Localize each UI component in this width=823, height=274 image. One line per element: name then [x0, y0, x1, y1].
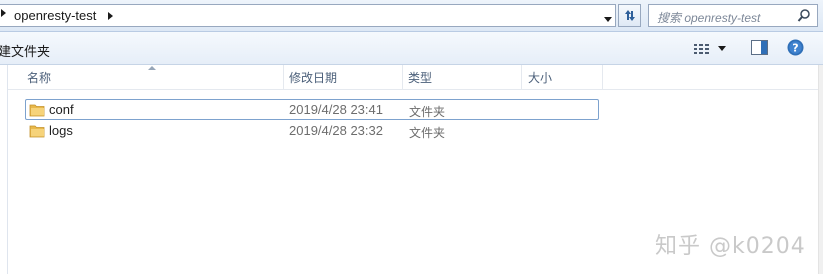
chevron-down-icon — [718, 46, 726, 51]
column-header-size[interactable]: 大小 — [522, 65, 603, 90]
refresh-icon — [625, 10, 635, 21]
address-history-dropdown[interactable] — [600, 9, 616, 29]
search-input[interactable]: 搜索 openresty-test — [648, 4, 818, 27]
file-row-logs[interactable]: logs 2019/4/28 23:32 文件夹 — [25, 120, 599, 141]
refresh-button[interactable] — [618, 4, 641, 27]
column-header-type[interactable]: 类型 — [403, 65, 522, 90]
change-view-button[interactable] — [694, 39, 734, 58]
file-name: logs — [49, 123, 73, 138]
new-folder-button[interactable]: 建文件夹 — [0, 41, 50, 60]
breadcrumb-chevron-icon[interactable] — [108, 12, 113, 20]
search-placeholder: 搜索 openresty-test — [657, 11, 761, 25]
svg-text:?: ? — [792, 42, 798, 55]
file-date: 2019/4/28 23:41 — [289, 102, 383, 117]
command-bar: 建文件夹 ? — [0, 32, 823, 65]
sort-ascending-icon — [148, 66, 156, 70]
breadcrumb-item[interactable]: openresty-test — [14, 8, 96, 23]
file-row-conf[interactable]: conf 2019/4/28 23:41 文件夹 — [25, 99, 599, 120]
chevron-down-icon — [604, 16, 612, 22]
column-header-name[interactable]: 名称 — [8, 65, 284, 90]
column-header-row: 名称 修改日期 类型 大小 — [8, 65, 818, 90]
file-date: 2019/4/28 23:32 — [289, 123, 383, 138]
folder-icon — [29, 104, 45, 117]
column-header-size-label: 大小 — [528, 71, 553, 85]
folder-icon — [29, 125, 45, 138]
address-field[interactable]: openresty-test — [0, 4, 616, 27]
details-view-icon — [694, 43, 709, 54]
breadcrumb-root-arrow-icon[interactable] — [1, 9, 6, 17]
search-icon[interactable] — [797, 8, 811, 23]
help-icon[interactable]: ? — [787, 39, 804, 56]
vertical-scrollbar[interactable] — [818, 65, 823, 274]
preview-pane-icon[interactable] — [751, 40, 768, 55]
pane-divider — [7, 65, 8, 274]
file-type: 文件夹 — [409, 126, 446, 140]
column-header-name-label: 名称 — [27, 71, 52, 85]
watermark: 知乎 @k0204 — [655, 234, 806, 259]
column-header-type-label: 类型 — [408, 71, 433, 85]
file-type: 文件夹 — [409, 105, 446, 119]
address-bar-row: openresty-test 搜索 openresty-test — [0, 0, 823, 32]
file-name: conf — [49, 102, 74, 117]
column-header-date[interactable]: 修改日期 — [284, 65, 403, 90]
column-header-date-label: 修改日期 — [289, 71, 338, 85]
